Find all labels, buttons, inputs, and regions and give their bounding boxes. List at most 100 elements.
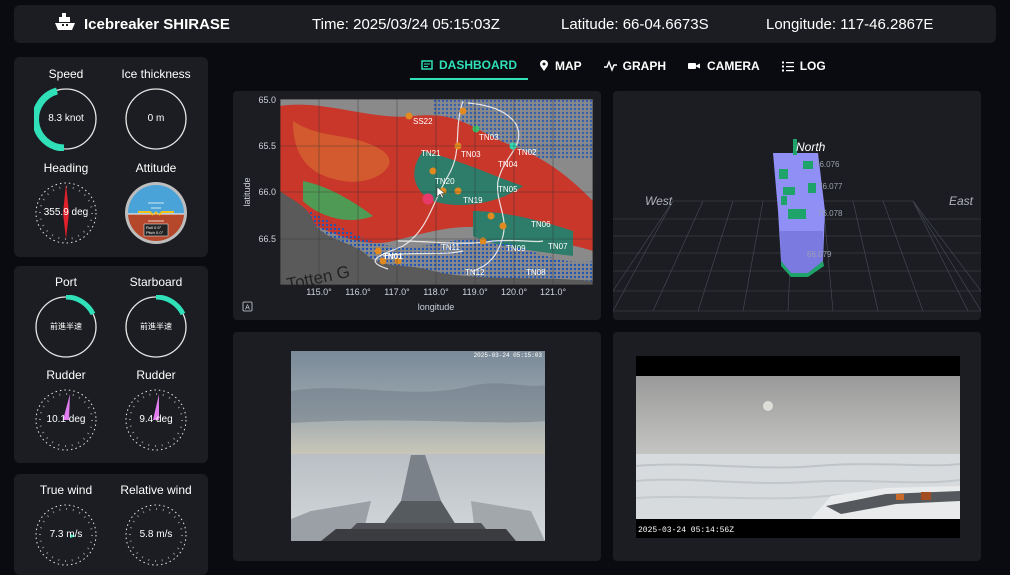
camera-side-panel: 2025-03-24 05:14:56Z	[613, 332, 981, 561]
ice-map-panel[interactable]: Totten G SS22 TN03 TN02 TN21 TN03 TN04 T…	[233, 91, 601, 320]
pitch-readout: Pitch 0.0°	[146, 230, 164, 235]
true-wind-gauge: True wind 7.3 m/s	[22, 483, 110, 567]
port-value: 前進半速	[50, 322, 82, 331]
port-label: Port	[54, 275, 77, 289]
attitude-label: Attitude	[135, 161, 177, 175]
heading-value: 355.9 deg	[43, 207, 89, 218]
tab-log[interactable]: LOG	[771, 52, 837, 80]
y-tick-label: 66.5	[258, 234, 276, 244]
x-tick-label: 120.0°	[501, 287, 528, 297]
station-label: TN03	[479, 133, 499, 142]
relative-wind-value: 5.8 m/s	[139, 529, 173, 540]
dashboard-icon	[421, 59, 433, 71]
depth-reading: 76.077	[818, 182, 843, 191]
rudder-dial: 9.4 deg	[124, 388, 188, 452]
x-tick-label: 117.0°	[384, 287, 410, 297]
y-tick-label: 66.0	[258, 187, 276, 197]
station-label: TN07	[548, 242, 568, 251]
rudder-gauge-starboard: Rudder 9.4 deg	[112, 368, 200, 452]
station-label: TN04	[498, 160, 518, 169]
x-tick-label: 119.0°	[462, 287, 488, 297]
heading-gauge: Heading 355.9 deg	[22, 161, 110, 245]
tab-log-label: LOG	[799, 59, 826, 73]
propulsion-card: Port 前進半速 Starboard 前進半速 Rudder 10.1 deg…	[14, 266, 208, 463]
starboard-gauge: Starboard 前進半速	[112, 275, 200, 359]
station-label: TN02	[517, 148, 537, 157]
east-label: East	[949, 194, 974, 208]
station-label: TN19	[463, 196, 483, 205]
tab-graph-label: GRAPH	[622, 59, 667, 73]
port-gauge: Port 前進半速	[22, 275, 110, 359]
true-wind-dial: 7.3 m/s	[34, 503, 98, 567]
y-tick-label: 65.0	[258, 95, 276, 105]
heading-label: Heading	[43, 161, 89, 175]
depth-reading: 66.079	[807, 250, 832, 259]
north-label: North	[796, 140, 826, 154]
station-label: TN09	[506, 244, 526, 253]
ice-map[interactable]: Totten G SS22 TN03 TN02 TN21 TN03 TN04 T…	[233, 91, 601, 320]
ice-thickness-gauge: Ice thickness 0 m	[112, 67, 200, 151]
nav-tabs: DASHBOARD MAP GRAPH CAMERA LOG	[410, 52, 837, 82]
tab-camera[interactable]: CAMERA	[677, 52, 771, 80]
speed-dial: 8.3 knot	[34, 87, 98, 151]
port-dial: 前進半速	[34, 295, 98, 359]
ice-thickness-dial: 0 m	[124, 87, 188, 151]
x-axis-label: longitude	[418, 302, 455, 312]
ship-logo-icon	[54, 11, 76, 38]
station-label: TN01	[383, 252, 403, 261]
wind-card: True wind 7.3 m/s Relative wind 5.8 m/s	[14, 474, 208, 575]
speed-label: Speed	[48, 67, 84, 81]
starboard-value: 前進半速	[140, 322, 172, 331]
camera-bow-panel: 2025-03-24 05:15:03	[233, 332, 601, 561]
tab-dashboard[interactable]: DASHBOARD	[410, 52, 528, 80]
ship-3d-view[interactable]: North West East 76.076 76.077 76.078 66.…	[613, 91, 981, 320]
rudder-value: 10.1 deg	[46, 414, 86, 425]
navigation-card: Speed 8.3 knot Ice thickness 0 m Heading…	[14, 57, 208, 257]
station-label: TN08	[526, 268, 546, 277]
camera-side-timestamp: 2025-03-24 05:14:56Z	[638, 526, 735, 535]
ship-3d-panel[interactable]: North West East 76.076 76.077 76.078 66.…	[613, 91, 981, 320]
graph-icon	[603, 60, 617, 72]
ice-thickness-label: Ice thickness	[121, 67, 191, 81]
rudder-value: 9.4 deg	[139, 414, 173, 425]
camera-bow-timestamp: 2025-03-24 05:15:03	[473, 352, 542, 359]
station-label: TN03	[461, 150, 481, 159]
x-tick-label: 118.0°	[423, 287, 449, 297]
tab-map[interactable]: MAP	[528, 52, 593, 80]
station-label: TN21	[421, 149, 441, 158]
true-wind-value: 7.3 m/s	[49, 529, 83, 540]
ice-thickness-value: 0 m	[147, 113, 165, 124]
latitude-readout: Latitude: 66-04.6673S	[561, 16, 709, 33]
station-label: TN12	[465, 268, 485, 277]
top-bar: Icebreaker SHIRASE Time: 2025/03/24 05:1…	[14, 5, 996, 43]
relative-wind-label: Relative wind	[120, 483, 192, 497]
speed-value: 8.3 knot	[48, 113, 84, 124]
tab-graph[interactable]: GRAPH	[593, 52, 677, 80]
rudder-dial: 10.1 deg	[34, 388, 98, 452]
camera-icon	[688, 61, 701, 71]
time-readout: Time: 2025/03/24 05:15:03Z	[312, 16, 500, 33]
tab-map-label: MAP	[555, 59, 582, 73]
app-title: Icebreaker SHIRASE	[84, 15, 230, 33]
camera-side-feed[interactable]: 2025-03-24 05:14:56Z	[636, 356, 960, 538]
camera-bow-feed[interactable]: 2025-03-24 05:15:03	[291, 351, 545, 541]
station-label: TN06	[531, 220, 551, 229]
brand: Icebreaker SHIRASE	[54, 11, 230, 38]
x-tick-label: 116.0°	[345, 287, 371, 297]
x-tick-label: 115.0°	[306, 287, 332, 297]
map-pin-icon	[539, 60, 549, 72]
true-wind-label: True wind	[39, 483, 93, 497]
depth-reading: 76.076	[815, 160, 840, 169]
attitude-indicator-icon: Roll 0.5° Pitch 0.0°	[124, 181, 188, 245]
y-axis-label: latitude	[242, 177, 252, 206]
station-label: TN11	[441, 243, 461, 252]
station-label: TN05	[498, 185, 518, 194]
rudder-label: Rudder	[136, 368, 176, 382]
relative-wind-gauge: Relative wind 5.8 m/s	[112, 483, 200, 567]
attribution-icon[interactable]: A	[245, 305, 250, 312]
rudder-gauge-port: Rudder 10.1 deg	[22, 368, 110, 452]
starboard-dial: 前進半速	[124, 295, 188, 359]
depth-reading: 76.078	[818, 209, 843, 218]
x-tick-label: 121.0°	[540, 287, 567, 297]
station-label: TN20	[435, 177, 455, 186]
